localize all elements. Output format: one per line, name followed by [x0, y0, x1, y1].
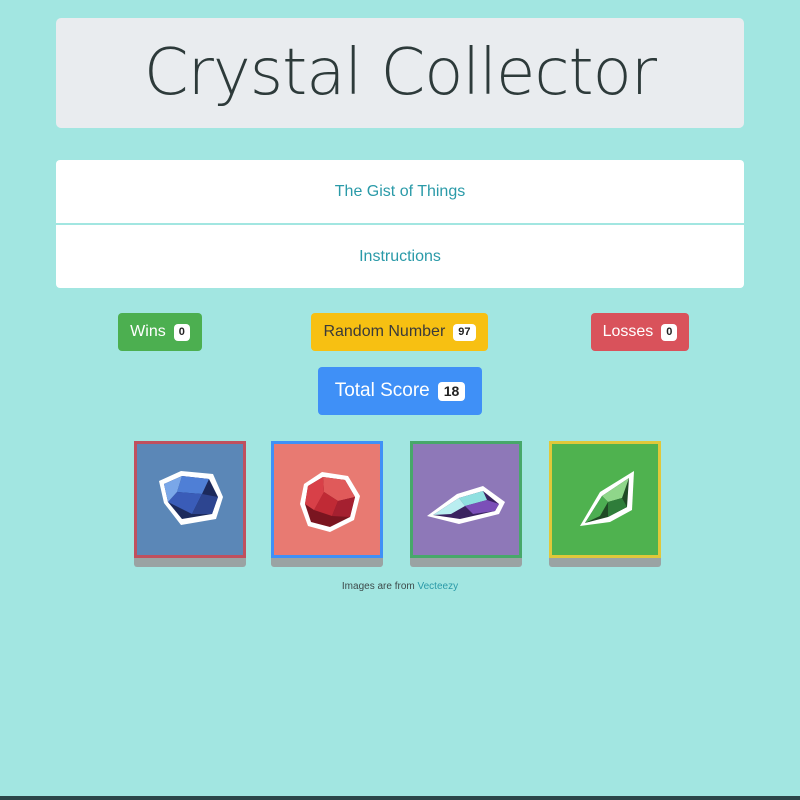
accordion-instructions[interactable]: Instructions [56, 223, 744, 288]
vecteezy-link[interactable]: Vecteezy [418, 581, 459, 592]
page-title: Crystal Collector [143, 36, 657, 110]
info-accordion: The Gist of Things Instructions [56, 160, 744, 288]
green-gem-icon [580, 471, 634, 526]
credit-text: Images are from [341, 581, 415, 592]
losses-badge: 0 [661, 323, 678, 341]
bottom-border [0, 796, 800, 800]
losses-label: Losses [602, 323, 654, 340]
red-crystal-button[interactable] [271, 441, 383, 567]
wins-label: Wins [130, 323, 166, 340]
image-credit: Images are from Vecteezy [0, 581, 800, 592]
total-score-display: Total Score 18 [318, 367, 482, 415]
red-gem-icon [300, 472, 360, 532]
random-number-label: Random Number [323, 323, 446, 340]
purple-gem-icon [427, 486, 505, 524]
accordion-gist[interactable]: The Gist of Things [56, 160, 744, 223]
blue-crystal-button[interactable] [134, 441, 246, 567]
title-banner: Crystal Collector [56, 18, 744, 128]
random-number-display: Random Number 97 [311, 313, 488, 351]
blue-gem-icon [159, 471, 223, 525]
random-number-badge: 97 [453, 323, 476, 341]
losses-counter: Losses 0 [591, 313, 689, 351]
green-crystal-button[interactable] [549, 441, 661, 567]
wins-badge: 0 [173, 323, 190, 341]
total-score-badge: 18 [437, 381, 466, 401]
wins-counter: Wins 0 [118, 313, 202, 351]
purple-crystal-button[interactable] [410, 441, 522, 567]
total-score-label: Total Score [334, 380, 430, 401]
